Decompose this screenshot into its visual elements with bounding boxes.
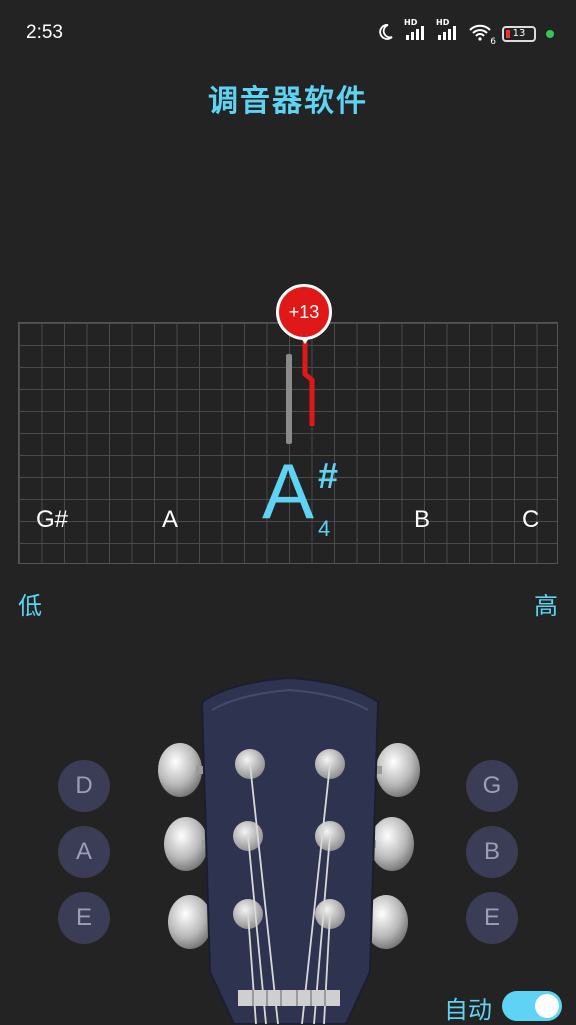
status-icons: HD HD 6 13 xyxy=(376,18,554,47)
app-title: 调音器软件 xyxy=(208,84,368,119)
auto-mode-label: 自动 xyxy=(444,996,492,1024)
signal-icon-2: HD xyxy=(436,18,458,44)
toggle-knob xyxy=(535,994,559,1018)
battery-icon: 13 xyxy=(502,26,536,42)
neighbor-note: A xyxy=(162,506,179,533)
status-time: 2:53 xyxy=(26,22,63,43)
neighbor-note: G# xyxy=(36,506,69,533)
string-button-high-e[interactable]: E xyxy=(466,892,518,944)
wifi-icon: 6 xyxy=(468,23,496,47)
string-button-d[interactable]: D xyxy=(58,760,110,812)
current-note-octave: 4 xyxy=(318,516,331,541)
neighbor-note: C xyxy=(522,506,540,533)
string-button-g[interactable]: G xyxy=(466,760,518,812)
low-label: 低 xyxy=(18,592,42,620)
wifi-badge: 6 xyxy=(490,37,496,47)
string-button-a[interactable]: A xyxy=(58,826,110,878)
high-label: 高 xyxy=(534,592,558,620)
current-note: A xyxy=(262,447,315,535)
privacy-dot-icon xyxy=(546,30,554,38)
moon-icon xyxy=(376,23,394,45)
auto-mode-toggle[interactable] xyxy=(502,991,562,1021)
string-button-low-e[interactable]: E xyxy=(58,892,110,944)
signal-icon-1: HD xyxy=(404,18,426,44)
pitch-needle xyxy=(302,342,315,426)
neighbor-note: B xyxy=(414,506,431,533)
string-button-b[interactable]: B xyxy=(466,826,518,878)
reference-bar xyxy=(286,354,292,444)
guitar-headstock xyxy=(158,676,420,1024)
hd-badge-1: HD xyxy=(404,18,418,27)
hd-badge-2: HD xyxy=(436,18,450,27)
current-note-accidental: # xyxy=(318,455,339,496)
deviation-bubble: +13 xyxy=(276,284,332,340)
